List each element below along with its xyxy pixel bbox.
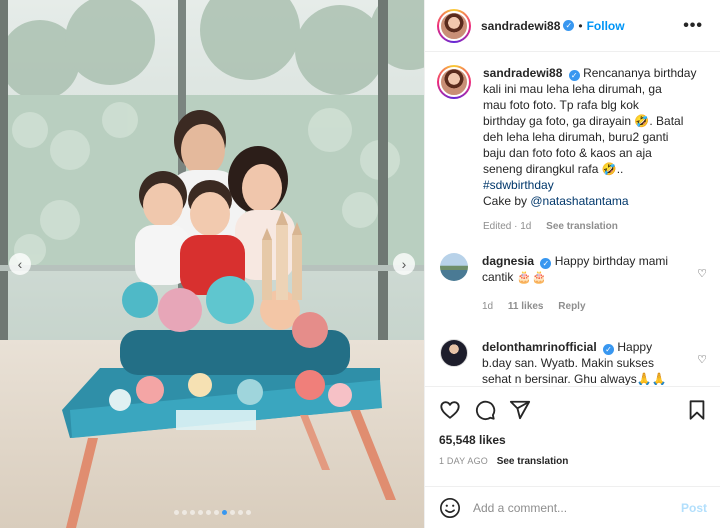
verified-badge-icon: ✓	[563, 20, 575, 31]
post-comment-button[interactable]: Post	[681, 501, 707, 515]
comment-like-heart-icon[interactable]: ♡	[697, 353, 707, 366]
hashtag-link[interactable]: #sdwbirthday	[483, 177, 701, 193]
follow-button[interactable]: Follow	[587, 19, 625, 33]
commenter-avatar[interactable]	[440, 253, 468, 281]
caption-line: mau foto foto. Tp rafa blg kok	[483, 98, 639, 112]
comment-icon[interactable]	[474, 399, 496, 421]
comment-item: dagnesia ✓ Happy birthday mami cantik 🎂🎂…	[437, 253, 709, 315]
post-age: 1 DAY AGO	[439, 456, 488, 466]
carousel-indicator	[0, 510, 424, 515]
see-translation-link[interactable]: See translation	[497, 456, 569, 467]
carousel-dot	[173, 510, 179, 515]
comment-text: b.day san. Wyatb. Makin sukses	[482, 356, 654, 370]
comment-item: delonthamrinofficial ✓ Happy b.day san. …	[437, 339, 709, 385]
see-translation-link[interactable]: See translation	[546, 221, 618, 232]
emoji-icon[interactable]	[439, 497, 461, 519]
comment-text: sehat n bersinar. Ghu always🙏🙏	[482, 372, 667, 385]
carousel-prev-button[interactable]: ‹	[9, 253, 31, 275]
carousel-dot	[189, 510, 195, 515]
caption-line: birthday ga foto, ga dirayain 🤣. Batal	[483, 114, 684, 128]
bookmark-icon[interactable]	[687, 399, 707, 421]
post-header: sandradewi88 ✓ • Follow •••	[425, 0, 720, 52]
caption: sandradewi88 ✓ Rencananya birthday kali …	[437, 65, 709, 235]
carousel-dot	[221, 510, 227, 515]
author-username[interactable]: sandradewi88	[481, 19, 560, 33]
like-count[interactable]: 65,548 likes	[439, 433, 707, 447]
post-side-panel: sandradewi88 ✓ • Follow ••• sandradewi88…	[424, 0, 720, 528]
comments-list[interactable]: sandradewi88 ✓ Rencananya birthday kali …	[425, 53, 720, 385]
share-icon[interactable]	[509, 399, 531, 421]
caption-edited-age: Edited · 1d	[483, 221, 532, 232]
mention-link[interactable]: @natashatantama	[530, 194, 628, 208]
author-avatar[interactable]	[437, 8, 471, 43]
birthday-cake-photo	[0, 0, 424, 528]
comment-like-heart-icon[interactable]: ♡	[697, 267, 707, 280]
carousel-dot	[245, 510, 251, 515]
verified-badge-icon: ✓	[568, 70, 580, 81]
comment-text: Happy birthday mami	[554, 254, 669, 268]
comment-input[interactable]	[473, 500, 663, 515]
chevron-left-icon: ‹	[17, 256, 23, 272]
carousel-dot	[197, 510, 203, 515]
author-avatar[interactable]	[437, 65, 471, 99]
more-options-icon[interactable]: •••	[683, 17, 703, 35]
carousel-dot	[213, 510, 219, 515]
heart-icon[interactable]	[439, 399, 461, 421]
carousel-dot	[229, 510, 235, 515]
commenter-avatar[interactable]	[440, 339, 468, 367]
caption-line: kali ini mau leha leha dirumah, ga	[483, 82, 662, 96]
chevron-right-icon: ›	[401, 256, 407, 272]
carousel-dot	[181, 510, 187, 515]
cake-credit-label: Cake by	[483, 194, 531, 208]
carousel-next-button[interactable]: ›	[393, 253, 415, 275]
caption-line: baju dan foto foto & kaos an aja	[483, 146, 652, 160]
comment-text: Happy	[617, 340, 653, 354]
verified-badge-icon: ✓	[603, 344, 615, 355]
reply-button[interactable]: Reply	[558, 301, 585, 312]
carousel-dot	[205, 510, 211, 515]
post-actions: 65,548 likes 1 DAY AGO See translation	[425, 386, 720, 486]
caption-username[interactable]: sandradewi88	[483, 66, 562, 80]
verified-badge-icon: ✓	[540, 258, 552, 269]
post-photo[interactable]: ‹ ›	[0, 0, 424, 528]
caption-line: seneng dirangkul rafa 🤣..	[483, 162, 624, 176]
add-comment-bar: Post	[425, 486, 720, 528]
commenter-username[interactable]: dagnesia	[482, 254, 534, 268]
commenter-username[interactable]: delonthamrinofficial	[482, 340, 597, 354]
carousel-dot	[237, 510, 243, 515]
comment-likes[interactable]: 11 likes	[508, 301, 544, 312]
comment-age: 1d	[482, 301, 494, 312]
comment-text: cantik 🎂🎂	[482, 270, 547, 284]
caption-line: Rencananya birthday	[583, 66, 697, 80]
caption-line: deh leha leha dirumah, buru2 ganti	[483, 130, 669, 144]
